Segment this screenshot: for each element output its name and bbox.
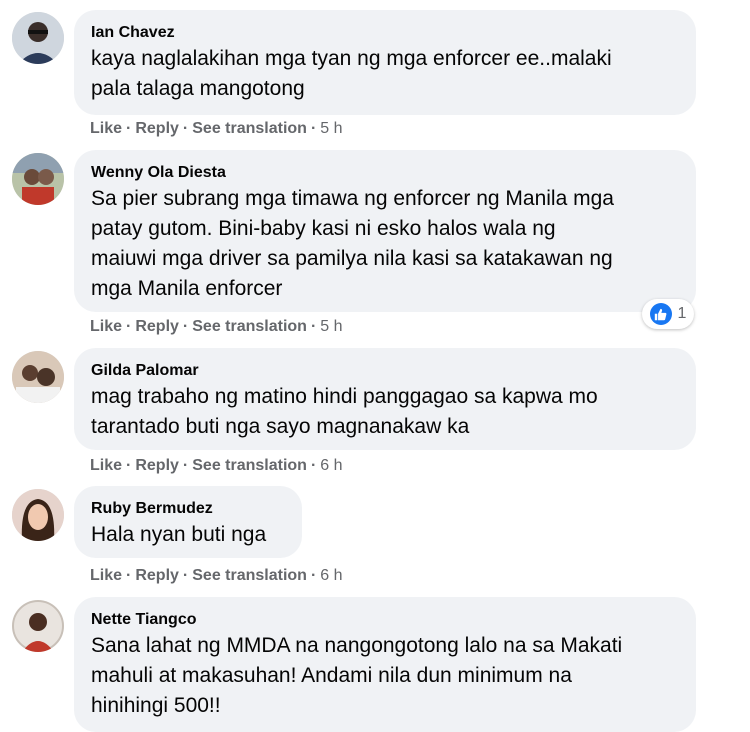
like-button[interactable]: Like [90, 120, 122, 137]
comment-text: Sana lahat ng MMDA na nangongotong lalo … [91, 634, 623, 717]
see-translation-link[interactable]: See translation [192, 120, 307, 137]
comment-bubble: Nette Tiangco Sana lahat ng MMDA na nang… [74, 597, 696, 732]
see-translation-link[interactable]: See translation [192, 318, 307, 335]
reaction-count: 1 [677, 305, 687, 322]
timestamp[interactable]: 5 h [320, 318, 342, 335]
commenter-name[interactable]: Ian Chavez [91, 22, 678, 44]
comment-text: Hala nyan buti nga [91, 523, 267, 546]
reply-button[interactable]: Reply [135, 567, 179, 584]
avatar[interactable] [12, 351, 64, 403]
avatar[interactable] [12, 12, 64, 64]
commenter-name[interactable]: Ruby Bermudez [91, 498, 284, 520]
comment-text: mag trabaho ng matino hindi panggagao sa… [91, 385, 598, 438]
commenter-name[interactable]: Gilda Palomar [91, 360, 678, 382]
comment-text: kaya naglalakihan mga tyan ng mga enforc… [91, 47, 612, 100]
comment-actions: Like · Reply · See translation · 5 h [90, 318, 343, 335]
like-thumb-icon [649, 303, 672, 325]
reply-button[interactable]: Reply [135, 457, 179, 474]
reply-button[interactable]: Reply [135, 120, 179, 137]
avatar[interactable] [12, 600, 64, 652]
reply-button[interactable]: Reply [135, 318, 179, 335]
like-button[interactable]: Like [90, 318, 122, 335]
comment-bubble: Ian Chavez kaya naglalakihan mga tyan ng… [74, 10, 696, 115]
timestamp[interactable]: 5 h [320, 120, 342, 137]
commenter-name[interactable]: Wenny Ola Diesta [91, 162, 678, 184]
comment-bubble: Ruby Bermudez Hala nyan buti nga [74, 486, 302, 558]
avatar[interactable] [12, 153, 64, 205]
comment-actions: Like · Reply · See translation · 6 h [90, 457, 343, 474]
reaction-summary[interactable]: 1 [642, 299, 694, 329]
see-translation-link[interactable]: See translation [192, 457, 307, 474]
comment-actions: Like · Reply · See translation · 6 h [90, 567, 343, 584]
comment-actions: Like · Reply · See translation · 5 h [90, 120, 343, 137]
timestamp[interactable]: 6 h [320, 567, 342, 584]
avatar[interactable] [12, 489, 64, 541]
see-translation-link[interactable]: See translation [192, 567, 307, 584]
like-button[interactable]: Like [90, 457, 122, 474]
like-button[interactable]: Like [90, 567, 122, 584]
comment-bubble: Wenny Ola Diesta Sa pier subrang mga tim… [74, 150, 696, 312]
commenter-name[interactable]: Nette Tiangco [91, 609, 678, 631]
timestamp[interactable]: 6 h [320, 457, 342, 474]
comment-text: Sa pier subrang mga timawa ng enforcer n… [91, 187, 614, 300]
comment-bubble: Gilda Palomar mag trabaho ng matino hind… [74, 348, 696, 450]
